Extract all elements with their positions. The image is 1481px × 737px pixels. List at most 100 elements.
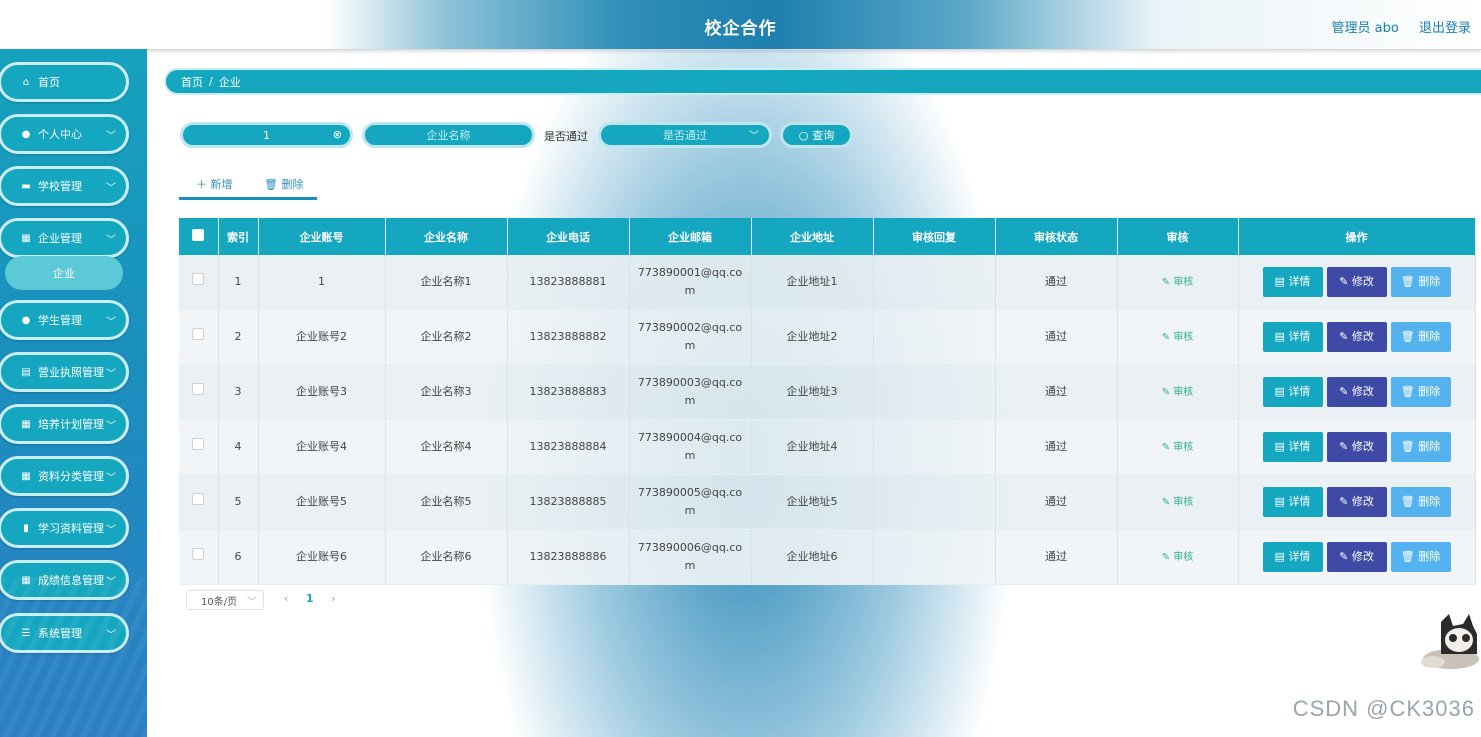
column-header: 企业账号 — [258, 218, 386, 255]
cell-name: 企业名称5 — [385, 474, 508, 530]
edit-label: 修改 — [1351, 550, 1374, 563]
select-all-cell[interactable] — [179, 218, 219, 255]
row-checkbox[interactable] — [192, 328, 205, 340]
row-select-cell[interactable] — [179, 309, 219, 365]
sidebar-subitem-enterprise[interactable]: 企业 — [5, 256, 123, 290]
row-select-cell[interactable] — [179, 364, 219, 420]
pass-filter-placeholder: 是否通过 — [663, 129, 707, 142]
logout-link[interactable]: 退出登录 — [1419, 21, 1471, 36]
row-checkbox[interactable] — [192, 438, 205, 450]
row-checkbox[interactable] — [192, 548, 205, 560]
grid-icon: ▦ — [21, 470, 31, 482]
select-all-checkbox[interactable] — [192, 229, 205, 241]
sidebar-item-category[interactable]: ▦ 资料分类管理 ﹀ — [0, 456, 129, 496]
admin-user-link[interactable]: 管理员 abo — [1332, 21, 1399, 36]
pass-filter-select[interactable]: 是否通过 ﹀ — [598, 122, 772, 148]
detail-button[interactable]: ▤ 详情 — [1262, 542, 1323, 572]
detail-button[interactable]: ▤ 详情 — [1262, 432, 1323, 462]
audit-link[interactable]: ✎ 审核 — [1162, 387, 1194, 398]
sidebar-item-profile[interactable]: ● 个人中心 ﹀ — [0, 114, 129, 154]
edit-button[interactable]: ✎ 修改 — [1326, 322, 1387, 352]
column-header: 审核回复 — [873, 218, 996, 255]
edit-label: 修改 — [1351, 330, 1374, 343]
sidebar-item-home[interactable]: ⌂ 首页 — [0, 62, 129, 102]
page-number[interactable]: 1 — [306, 592, 314, 605]
sidebar-item-materials[interactable]: ▮ 学习资料管理 ﹀ — [0, 508, 129, 548]
delete-button[interactable]: 🗑 删除 — [1390, 377, 1451, 407]
account-search-value: 1 — [263, 128, 270, 142]
cell-reply — [873, 309, 996, 365]
page-size-select[interactable]: 10条/页 ﹀ — [186, 590, 264, 610]
audit-link[interactable]: ✎ 审核 — [1162, 277, 1194, 288]
pager: ‹ 1 › — [284, 592, 335, 605]
sidebar-item-scores[interactable]: ▦ 成绩信息管理 ﹀ — [0, 560, 129, 600]
account-search-input[interactable]: 1 ⊗ — [180, 122, 353, 148]
trash-icon: 🗑 — [1400, 385, 1419, 398]
breadcrumb: 首页 / 企业 — [164, 68, 1481, 95]
row-checkbox[interactable] — [192, 493, 205, 505]
delete-button[interactable]: 🗑 删除 — [1390, 432, 1451, 462]
delete-button[interactable]: 🗑 删除 — [1390, 322, 1451, 352]
breadcrumb-home[interactable]: 首页 — [181, 74, 203, 90]
cell-audit: ✎ 审核 — [1117, 474, 1239, 530]
clear-icon[interactable]: ⊗ — [333, 128, 342, 141]
row-select-cell[interactable] — [179, 529, 219, 585]
cell-email: 773890002@qq.com — [629, 309, 752, 365]
top-header: 校企合作 管理员 abo 退出登录 — [0, 0, 1481, 50]
document-icon: ▤ — [1274, 550, 1289, 563]
audit-link[interactable]: ✎ 审核 — [1162, 552, 1194, 563]
name-search-input[interactable]: 企业名称 — [362, 122, 535, 148]
detail-button[interactable]: ▤ 详情 — [1262, 377, 1323, 407]
sidebar-item-license[interactable]: ▤ 营业执照管理 ﹀ — [0, 352, 129, 392]
edit-pen-icon: ✎ — [1339, 275, 1352, 288]
cell-account: 1 — [258, 255, 386, 310]
audit-link[interactable]: ✎ 审核 — [1162, 332, 1194, 343]
edit-button[interactable]: ✎ 修改 — [1326, 487, 1387, 517]
edit-pen-icon: ✎ — [1161, 441, 1174, 453]
detail-button[interactable]: ▤ 详情 — [1262, 322, 1323, 352]
prev-page-icon[interactable]: ‹ — [284, 592, 288, 605]
sidebar-item-enterprise[interactable]: ▦ 企业管理 ﹀ — [0, 218, 129, 258]
sidebar-item-student[interactable]: ● 学生管理 ﹀ — [0, 300, 129, 340]
query-button[interactable]: ○ 查询 — [780, 122, 853, 148]
cell-audit: ✎ 审核 — [1117, 529, 1239, 585]
sidebar-item-label: 学生管理 — [38, 314, 82, 327]
row-select-cell[interactable] — [179, 255, 219, 310]
row-checkbox[interactable] — [192, 383, 205, 395]
chevron-down-icon: ﹀ — [106, 525, 116, 536]
plus-icon: ＋ — [196, 178, 207, 191]
edit-button[interactable]: ✎ 修改 — [1326, 432, 1387, 462]
batch-delete-label: 删除 — [281, 178, 304, 191]
delete-button[interactable]: 🗑 删除 — [1390, 542, 1451, 572]
cell-address: 企业地址1 — [751, 255, 874, 310]
edit-pen-icon: ✎ — [1161, 276, 1174, 288]
cell-audit: ✎ 审核 — [1117, 419, 1239, 475]
edit-button[interactable]: ✎ 修改 — [1326, 542, 1387, 572]
sidebar-item-plan[interactable]: ▦ 培养计划管理 ﹀ — [0, 404, 129, 444]
sidebar-item-school[interactable]: ▬ 学校管理 ﹀ — [0, 166, 129, 206]
edit-label: 修改 — [1351, 440, 1374, 453]
sidebar-item-system[interactable]: ☰ 系统管理 ﹀ — [0, 613, 129, 653]
detail-button[interactable]: ▤ 详情 — [1262, 487, 1323, 517]
cell-reply — [873, 474, 996, 530]
delete-button[interactable]: 🗑 删除 — [1390, 487, 1451, 517]
batch-delete-button[interactable]: 🗑 删除 — [264, 176, 303, 192]
sidebar-item-label: 个人中心 — [38, 128, 82, 141]
detail-label: 详情 — [1288, 330, 1311, 343]
edit-button[interactable]: ✎ 修改 — [1326, 267, 1387, 297]
sidebar-item-label: 培养计划管理 — [38, 418, 104, 431]
sidebar-item-label: 学校管理 — [38, 180, 82, 193]
edit-button[interactable]: ✎ 修改 — [1326, 377, 1387, 407]
audit-link[interactable]: ✎ 审核 — [1162, 442, 1194, 453]
next-page-icon[interactable]: › — [331, 592, 335, 605]
add-button[interactable]: ＋ 新增 — [196, 176, 233, 192]
cell-audit: ✎ 审核 — [1117, 364, 1239, 420]
row-select-cell[interactable] — [179, 419, 219, 475]
search-icon: ○ — [798, 128, 809, 142]
delete-button[interactable]: 🗑 删除 — [1390, 267, 1451, 297]
detail-button[interactable]: ▤ 详情 — [1262, 267, 1323, 297]
row-checkbox[interactable] — [192, 273, 205, 285]
audit-link[interactable]: ✎ 审核 — [1162, 497, 1194, 508]
row-select-cell[interactable] — [179, 474, 219, 530]
delete-label: 删除 — [1418, 550, 1441, 563]
